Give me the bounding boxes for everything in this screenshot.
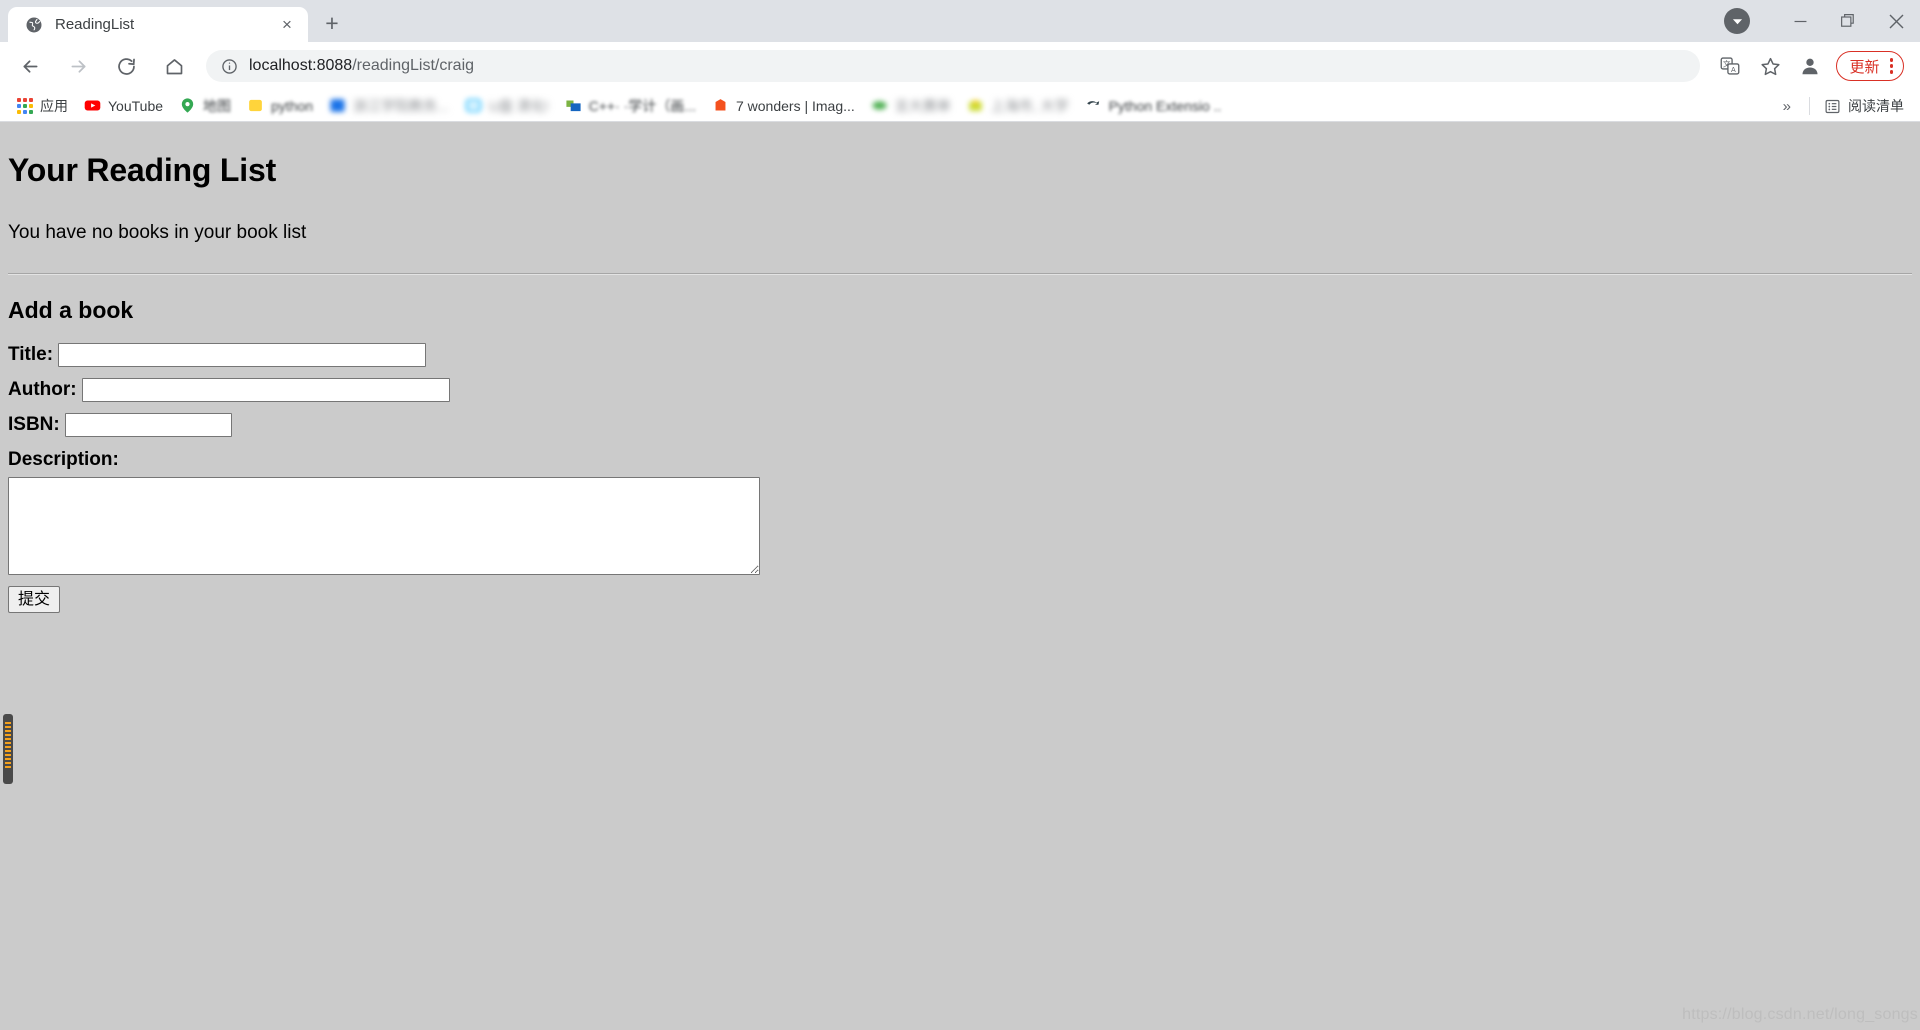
kebab-menu-icon[interactable]: [1886, 58, 1898, 74]
profile-avatar-icon[interactable]: [1793, 49, 1827, 83]
home-button[interactable]: [154, 46, 194, 86]
update-label: 更新: [1849, 58, 1880, 76]
cpp-icon: [565, 97, 582, 114]
isbn-input[interactable]: [64, 413, 232, 437]
add-book-form: Title: Author: ISBN: Description: 提交: [8, 343, 1912, 613]
bookmark-item-youtube[interactable]: YouTube: [76, 93, 171, 119]
reload-button[interactable]: [106, 46, 146, 86]
title-input[interactable]: [58, 343, 427, 367]
7wonders-icon: [712, 97, 729, 114]
page-content: Your Reading List You have no books in y…: [0, 122, 1920, 613]
bookmark-item-redacted-4[interactable]: 上海市, 大学: [959, 93, 1077, 119]
empty-list-message: You have no books in your book list: [8, 222, 307, 243]
forward-button[interactable]: [58, 46, 98, 86]
bookmark-item-maps[interactable]: 地图: [171, 93, 239, 119]
bookmark-label: YouTube: [108, 97, 164, 114]
url-host: localhost:8088: [249, 57, 353, 74]
apps-grid-icon: [16, 97, 33, 114]
description-label: Description:: [8, 449, 119, 470]
close-icon[interactable]: ×: [276, 14, 298, 36]
browser-window: ReadingList × + localhost:8088/readingLi…: [0, 0, 1920, 1030]
edge-progress-indicator: [3, 714, 13, 784]
bookmark-item-redacted-1[interactable]: 浙江学院教务...: [321, 93, 457, 119]
generic-site-icon: [465, 97, 482, 114]
bookmarks-bar: 应用 YouTube 地图 python 浙江学院教务... U盘 清化! C+…: [0, 90, 1920, 122]
tab-title: ReadingList: [55, 16, 135, 33]
page-title: Your Reading List: [8, 152, 277, 188]
isbn-label: ISBN:: [8, 414, 60, 435]
update-button[interactable]: 更新: [1836, 51, 1904, 81]
bookmarks-overflow-button[interactable]: »: [1771, 98, 1803, 115]
bookmarks-bar-right: » 阅读清单: [1771, 90, 1912, 122]
maps-pin-icon: [179, 97, 196, 114]
close-window-button[interactable]: [1872, 0, 1920, 42]
address-bar[interactable]: localhost:8088/readingList/craig: [206, 50, 1701, 82]
bookmark-apps[interactable]: 应用: [8, 93, 76, 119]
minimize-button[interactable]: [1776, 0, 1824, 42]
bookmark-label: C++· ·学计（画...: [588, 97, 696, 114]
form-heading: Add a book: [8, 297, 134, 323]
back-button[interactable]: [10, 46, 50, 86]
bookmark-item-redacted-3[interactable]: 言大赛单: [863, 93, 959, 119]
description-textarea[interactable]: [8, 477, 760, 575]
section-divider: [8, 273, 1912, 275]
bookmark-label: U盘 清化!: [488, 97, 549, 114]
browser-toolbar: localhost:8088/readingList/craig 文 A 更新: [0, 42, 1920, 90]
author-input[interactable]: [81, 378, 450, 402]
bookmark-label: 地图: [203, 97, 232, 114]
submit-button[interactable]: 提交: [8, 586, 60, 613]
window-controls: [1724, 0, 1920, 42]
youtube-icon: [84, 97, 101, 114]
bookmark-item-cpp[interactable]: C++· ·学计（画...: [557, 93, 704, 119]
reading-list-label: 阅读清单: [1848, 98, 1904, 114]
generic-site-icon: [967, 97, 984, 114]
field-row-isbn: ISBN:: [8, 413, 1912, 437]
divider: [1809, 97, 1810, 115]
svg-text:A: A: [1731, 66, 1736, 74]
maximize-button[interactable]: [1824, 0, 1872, 42]
bookmark-item-python[interactable]: python: [239, 93, 321, 119]
author-label: Author:: [8, 379, 77, 400]
url-path: /readingList/craig: [352, 57, 475, 74]
field-row-title: Title:: [8, 343, 1912, 367]
python-icon: [247, 97, 264, 114]
bookmark-star-icon[interactable]: [1753, 49, 1787, 83]
new-tab-button[interactable]: +: [315, 6, 349, 40]
translate-icon[interactable]: 文 A: [1713, 49, 1747, 83]
python-extension-icon: [1085, 97, 1102, 114]
generic-site-icon: [871, 97, 888, 114]
page-viewport: Your Reading List You have no books in y…: [0, 122, 1920, 1030]
title-label: Title:: [8, 344, 54, 365]
generic-site-icon: [329, 97, 346, 114]
reading-list-button[interactable]: 阅读清单: [1816, 96, 1912, 116]
bookmark-label: 应用: [40, 97, 68, 114]
bookmark-label: 上海市, 大学: [990, 97, 1069, 114]
field-row-author: Author:: [8, 378, 1912, 402]
bookmark-item-redacted-2[interactable]: U盘 清化!: [457, 93, 557, 119]
bookmark-label: Python Extensio ..: [1108, 97, 1222, 114]
tab-strip: ReadingList × +: [0, 0, 1920, 42]
globe-icon: [24, 15, 43, 34]
bookmark-label: python: [271, 97, 314, 114]
site-info-icon[interactable]: [220, 57, 238, 75]
reading-list-icon: [1824, 98, 1841, 115]
bookmark-label: 浙江学院教务...: [353, 97, 449, 114]
watermark-text: https://blog.csdn.net/long_songs: [1682, 1006, 1918, 1023]
bookmark-item-7wonders[interactable]: 7 wonders | Imag...: [704, 93, 863, 119]
download-badge-icon[interactable]: [1724, 8, 1750, 34]
bookmark-item-python-extension[interactable]: Python Extensio ..: [1077, 93, 1230, 119]
browser-tab-readinglist[interactable]: ReadingList ×: [8, 7, 308, 42]
url-text: localhost:8088/readingList/craig: [249, 57, 474, 75]
bookmark-label: 7 wonders | Imag...: [735, 97, 855, 114]
bookmark-label: 言大赛单: [894, 97, 951, 114]
